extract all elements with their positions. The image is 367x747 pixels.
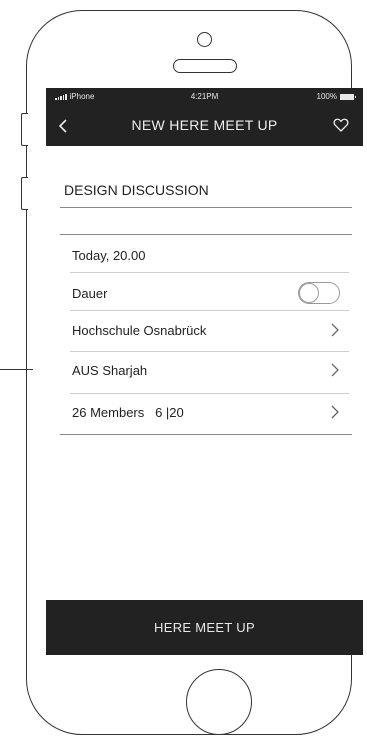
members-label: 26 Members 6 |20 — [72, 405, 184, 420]
volume-down-button — [21, 177, 28, 210]
location-row-2[interactable]: AUS Sharjah — [72, 363, 340, 378]
event-title: DESIGN DISCUSSION — [64, 182, 209, 198]
battery-icon — [340, 93, 356, 100]
chevron-right-icon — [331, 405, 339, 419]
location-1-label: Hochschule Osnabrück — [72, 323, 207, 338]
app-screen: iPhone 4:21PM 100% NEW HERE MEET UP DESI… — [46, 88, 363, 655]
chevron-right-icon — [331, 363, 339, 377]
chevron-right-icon — [331, 323, 339, 337]
battery-percent: 100% — [316, 92, 337, 101]
date-value: Today, 20.00 — [72, 248, 146, 263]
front-camera — [197, 32, 212, 47]
location-row-1[interactable]: Hochschule Osnabrück — [72, 323, 340, 338]
date-row[interactable]: Today, 20.00 — [72, 248, 340, 263]
row-divider — [70, 393, 349, 394]
location-2-label: AUS Sharjah — [72, 363, 148, 378]
connector-line — [0, 369, 33, 370]
row-divider — [70, 272, 349, 273]
section-divider-top — [60, 234, 352, 235]
page-title: NEW HERE MEET UP — [131, 117, 278, 133]
section-divider-bottom — [60, 434, 352, 435]
status-time: 4:21PM — [190, 92, 219, 101]
title-divider — [60, 207, 352, 208]
status-bar: iPhone 4:21PM 100% — [46, 88, 363, 106]
earpiece-speaker — [173, 59, 237, 73]
heart-icon — [333, 118, 349, 132]
row-divider — [70, 351, 349, 352]
row-divider — [70, 310, 349, 311]
duration-toggle[interactable] — [298, 282, 340, 304]
favorite-button[interactable] — [333, 117, 349, 133]
here-meet-up-button[interactable]: HERE MEET UP — [46, 600, 363, 655]
home-button[interactable] — [186, 669, 252, 735]
duration-row: Dauer — [72, 282, 340, 304]
toggle-knob — [299, 283, 319, 303]
battery-indicator: 100% — [316, 92, 356, 101]
members-row[interactable]: 26 Members 6 |20 — [72, 405, 340, 420]
duration-label: Dauer — [72, 286, 108, 301]
volume-up-button — [21, 113, 28, 146]
navigation-bar: NEW HERE MEET UP — [46, 106, 363, 146]
